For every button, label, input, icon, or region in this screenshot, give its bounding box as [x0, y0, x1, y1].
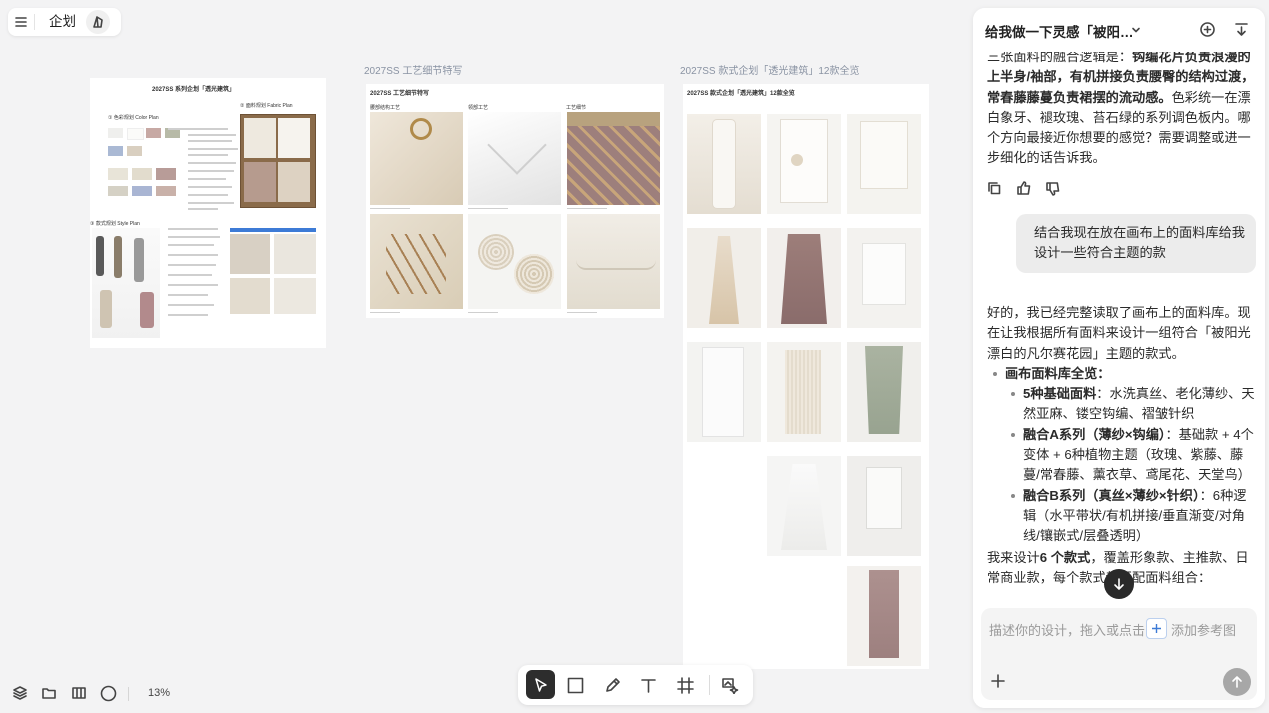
caption: 工艺细节	[566, 105, 587, 111]
input-placeholder: 描述你的设计，拖入或点击	[989, 623, 1146, 638]
rectangle-icon[interactable]	[567, 677, 584, 694]
artboard-series-plan[interactable]: 2027SS 系列企划「透光建筑」 ① 色彩规划 Color Plan ② 面料…	[90, 78, 326, 348]
color-swatch	[132, 186, 152, 196]
copy-icon[interactable]	[987, 181, 1002, 196]
drawing-toolbar	[518, 665, 753, 705]
color-swatch	[108, 186, 128, 196]
chat-input[interactable]: 描述你的设计，拖入或点击 添加参考图	[981, 608, 1257, 700]
color-swatch	[127, 128, 144, 140]
artboard-style-overview[interactable]: 2027SS 款式企划「透光建筑」12款全览	[683, 84, 929, 669]
ai-image-icon[interactable]	[721, 677, 739, 694]
board-title: 2027SS 工艺细节特写	[370, 91, 430, 97]
circle-icon[interactable]	[100, 685, 117, 702]
arrow-up-icon	[1232, 676, 1242, 688]
new-chat-icon[interactable]	[1199, 21, 1216, 38]
reply-intro: 好的，我已经完整读取了画布上的面料库。现在让我根据所有面料来设计一组符合「被阳光…	[987, 305, 1251, 361]
send-button[interactable]	[1223, 668, 1251, 696]
style-plan-label: ③ 款式规划 Style Plan	[90, 221, 140, 227]
caption: 腰部结构工艺	[370, 105, 401, 111]
color-swatch	[156, 186, 176, 196]
list-item: 融合A系列（薄纱×钩编）：基础款 + 4个变体 + 6种植物主题（玫瑰、紫藤、藤…	[1005, 425, 1257, 486]
scroll-to-bottom-button[interactable]	[1104, 569, 1134, 599]
chat-input-box: 描述你的设计，拖入或点击 添加参考图	[973, 600, 1265, 708]
color-swatch	[108, 168, 128, 180]
assistant-message-1: 三张面料的融合逻辑是：钩编花片负责浪漫的上半身/袖部，有机拼接负责腰臀的结构过渡…	[987, 49, 1255, 166]
color-swatch	[108, 146, 123, 156]
list-item: 5种基础面料：水洗真丝、老化薄纱、天然亚麻、镂空钩编、褶皱针织	[1005, 384, 1257, 425]
fabric-library-list: 画布面料库全览： 5种基础面料：水洗真丝、老化薄纱、天然亚麻、镂空钩编、褶皱针织…	[987, 364, 1257, 547]
fabric-plan-label: ② 面料规划 Fabric Plan	[240, 103, 293, 109]
canvas[interactable]: 2027SS 工艺细节特写 2027SS 款式企划「透光建筑」12款全览 202…	[0, 44, 970, 669]
project-name[interactable]: 企划	[34, 14, 84, 30]
download-icon[interactable]	[1233, 21, 1250, 38]
board-title: 2027SS 款式企划「透光建筑」12款全览	[687, 91, 795, 97]
thumbs-down-icon[interactable]	[1045, 181, 1061, 197]
bag-icon	[93, 16, 103, 28]
add-reference-button[interactable]	[1146, 618, 1167, 639]
arrow-down-icon	[1114, 578, 1124, 590]
user-message: 结合我现在放在画布上的面料库给我设计一些符合主题的款	[1016, 214, 1256, 273]
frame-icon[interactable]	[677, 677, 694, 694]
selected-image-group[interactable]	[230, 228, 316, 232]
pointer-icon	[534, 677, 547, 692]
color-swatch	[127, 146, 142, 156]
chat-panel: 给我做一下灵感「被阳… 三张面料的融合逻辑是：钩编花片负责浪漫的上半身/袖部，有…	[973, 8, 1265, 708]
pencil-icon[interactable]	[604, 677, 621, 694]
chat-title[interactable]: 给我做一下灵感「被阳…	[985, 21, 1134, 41]
chat-header: 给我做一下灵感「被阳…	[973, 8, 1265, 52]
assistant-message-2: 好的，我已经完整读取了画布上的面料库。现在让我根据所有面料来设计一组符合「被阳光…	[987, 303, 1257, 588]
color-swatch	[146, 128, 161, 138]
zoom-level[interactable]: 13%	[148, 687, 170, 699]
folder-icon[interactable]	[41, 685, 57, 701]
color-swatch	[156, 168, 176, 180]
menu-button[interactable]	[8, 8, 34, 36]
columns-icon[interactable]	[71, 685, 87, 701]
artboard-label-style[interactable]: 2027SS 款式企划「透光建筑」12款全览	[680, 62, 860, 77]
plus-icon	[1152, 624, 1161, 633]
color-swatch	[165, 128, 180, 138]
color-plan-label: ① 色彩规划 Color Plan	[108, 115, 159, 121]
layers-icon[interactable]	[12, 685, 28, 701]
add-reference-label[interactable]: 添加参考图	[1171, 620, 1236, 639]
attach-plus-icon[interactable]	[991, 674, 1005, 688]
color-swatch	[132, 168, 152, 180]
chevron-down-icon[interactable]	[1131, 25, 1141, 35]
artboard-label-craft[interactable]: 2027SS 工艺细节特写	[364, 62, 462, 77]
top-left-toolbar: 企划	[8, 8, 121, 36]
menu-icon	[15, 17, 27, 27]
select-tool[interactable]	[526, 670, 555, 699]
fabric-library-heading: 画布面料库全览：	[1005, 365, 1111, 381]
thumbs-up-icon[interactable]	[1016, 180, 1032, 196]
caption: 领部工艺	[468, 105, 489, 111]
bottom-left-tools: 13%	[12, 684, 182, 704]
artboard-craft-details[interactable]: 2027SS 工艺细节特写 腰部结构工艺 领部工艺 工艺细节	[366, 84, 664, 318]
text-icon[interactable]	[640, 677, 657, 694]
color-swatch	[108, 128, 123, 138]
list-item: 融合B系列（真丝×薄纱×针织）：6种逻辑（水平带状/有机拼接/垂直渐变/对角线/…	[1005, 486, 1257, 547]
brand-button[interactable]	[86, 10, 110, 34]
board-title: 2027SS 系列企划「透光建筑」	[152, 87, 236, 93]
